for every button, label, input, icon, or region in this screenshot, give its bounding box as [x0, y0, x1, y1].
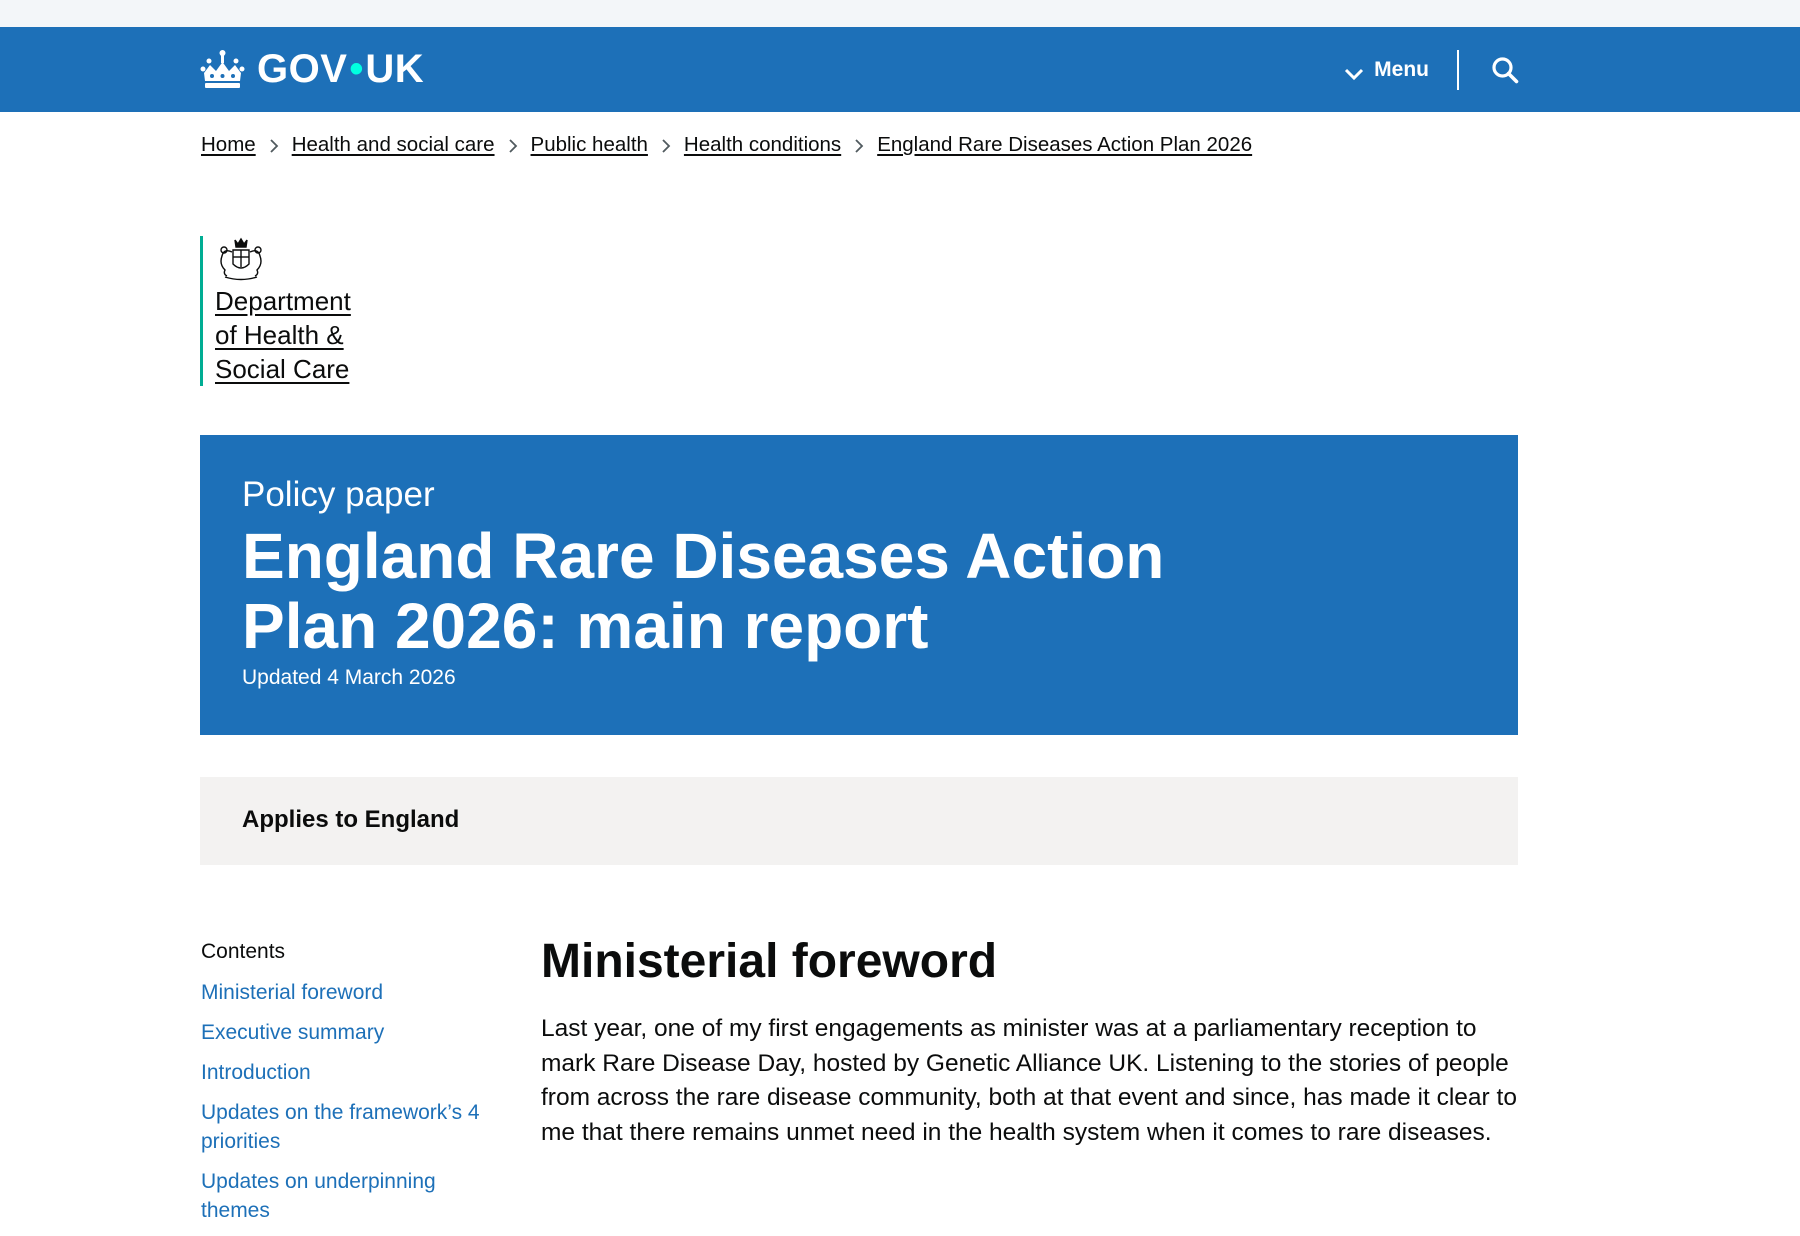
header-actions: Menu	[1344, 49, 1519, 90]
contents-heading: Contents	[201, 940, 286, 963]
menu-label: Menu	[1374, 57, 1429, 81]
breadcrumb: Home Health and social care Public healt…	[201, 133, 1252, 157]
main-content: Ministerial foreword Last year, one of m…	[541, 934, 1521, 1150]
org-name-line-1: Department	[215, 286, 351, 316]
chevron-right-icon	[256, 133, 292, 157]
crest-icon	[215, 236, 267, 282]
document-type: Policy paper	[242, 475, 435, 514]
menu-button[interactable]: Menu	[1344, 50, 1457, 90]
chevron-right-icon	[841, 133, 877, 157]
crown-icon	[200, 49, 245, 91]
chevron-down-icon	[1344, 63, 1364, 80]
contents-item: Introduction	[201, 1058, 501, 1087]
organisation-link[interactable]: Department of Health & Social Care	[215, 284, 365, 386]
breadcrumb-health-and-social-care[interactable]: Health and social care	[292, 133, 495, 157]
updated-date: Updated 4 March 2026	[242, 666, 456, 689]
contents-link-underpinning-themes[interactable]: Updates on underpinning themes	[201, 1170, 436, 1222]
contents-link-executive-summary[interactable]: Executive summary	[201, 1021, 384, 1044]
logo-text-gov: GOV	[257, 47, 348, 91]
logo-text-uk: UK	[365, 47, 425, 91]
contents-item: Updates on underpinning themes	[201, 1167, 501, 1225]
contents-link-ministerial-foreword[interactable]: Ministerial foreword	[201, 981, 383, 1004]
body-paragraph: Last year, one of my first engagements a…	[541, 1015, 1517, 1146]
contents-sidebar: Contents Ministerial foreword Executive …	[201, 940, 501, 1236]
document-title-block: Policy paper England Rare Diseases Actio…	[200, 435, 1518, 735]
search-icon	[1491, 56, 1519, 84]
breadcrumb-public-health[interactable]: Public health	[531, 133, 648, 157]
applies-to-banner: Applies to England	[200, 777, 1518, 865]
contents-item: Updates on the framework’s 4 priorities	[201, 1098, 501, 1156]
applies-to-text: Applies to England	[242, 806, 460, 833]
breadcrumb-action-plan[interactable]: England Rare Diseases Action Plan 2026	[877, 133, 1252, 157]
browser-top-strip	[0, 0, 1800, 27]
site-header: GOV • UK Menu	[0, 27, 1800, 112]
section-heading: Ministerial foreword	[541, 935, 998, 988]
logo-dot: •	[349, 47, 364, 91]
org-name-line-3: Social Care	[215, 354, 350, 384]
page-title: England Rare Diseases Action Plan 2026: …	[242, 520, 1165, 662]
breadcrumb-health-conditions[interactable]: Health conditions	[684, 133, 841, 157]
org-name-line-2: of Health &	[215, 320, 344, 350]
organisation-logo: Department of Health & Social Care	[200, 236, 365, 386]
chevron-right-icon	[648, 133, 684, 157]
header-inner: GOV • UK Menu	[200, 27, 1519, 112]
search-button[interactable]	[1459, 50, 1519, 90]
contents-list: Ministerial foreword Executive summary I…	[201, 978, 501, 1225]
breadcrumb-home[interactable]: Home	[201, 133, 256, 157]
chevron-right-icon	[495, 133, 531, 157]
contents-item: Executive summary	[201, 1018, 501, 1047]
contents-link-introduction[interactable]: Introduction	[201, 1061, 311, 1084]
contents-link-framework-priorities[interactable]: Updates on the framework’s 4 priorities	[201, 1101, 480, 1153]
contents-item: Ministerial foreword	[201, 978, 501, 1007]
govuk-logo-link[interactable]: GOV • UK	[200, 47, 424, 92]
